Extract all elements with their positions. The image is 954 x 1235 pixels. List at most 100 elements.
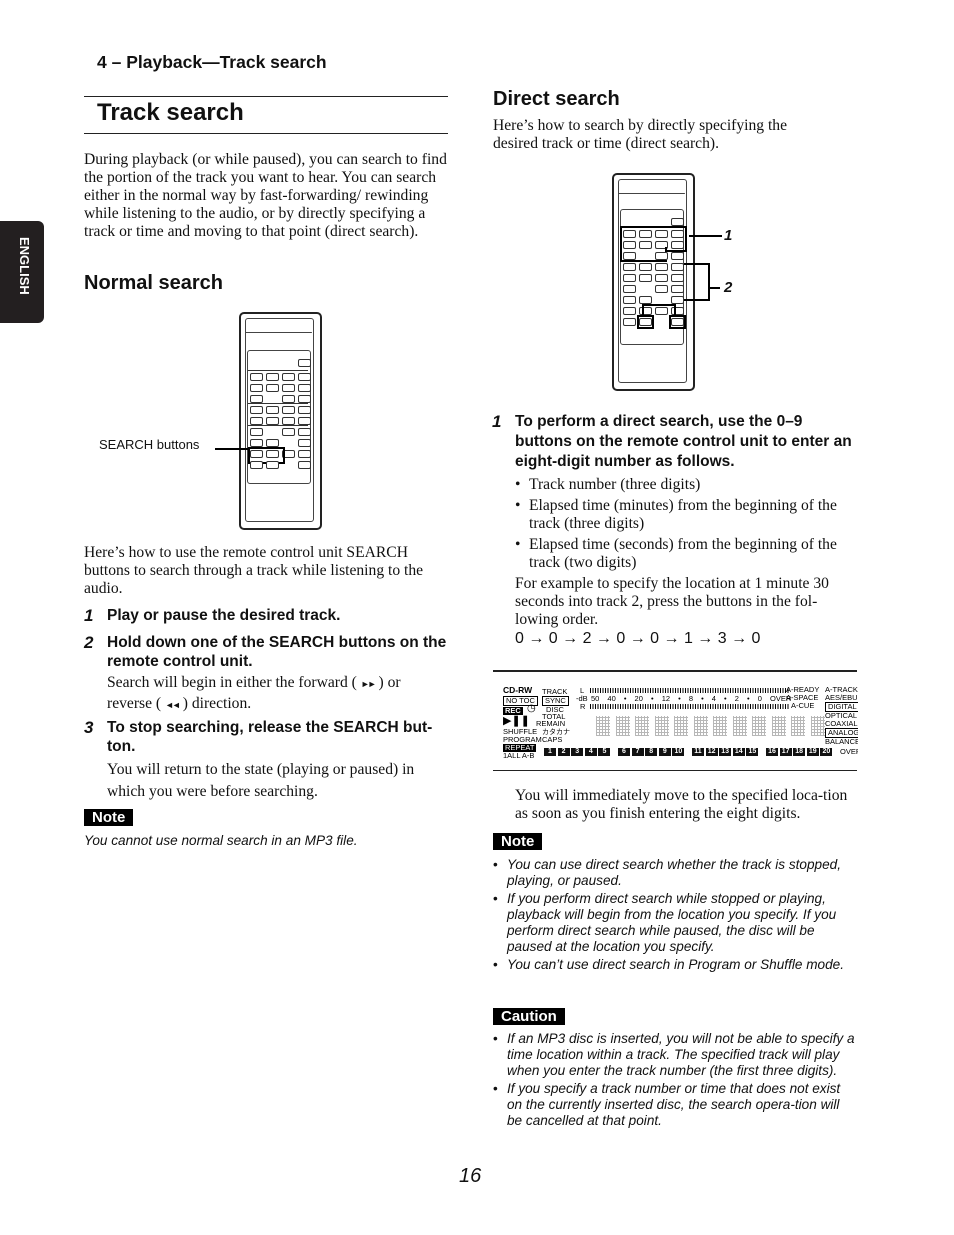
search-buttons-callout: SEARCH buttons bbox=[99, 437, 200, 452]
fast-forward-icon: ►► bbox=[360, 679, 377, 689]
note-text: You cannot use normal search in an MP3 f… bbox=[84, 833, 358, 848]
language-tab-label: ENGLISH bbox=[17, 237, 32, 295]
track-number-indicator: 1 bbox=[544, 748, 556, 756]
step-number: 1 bbox=[492, 412, 502, 431]
dot-matrix-digit bbox=[674, 716, 688, 736]
example-text: For example to specify the location at 1… bbox=[515, 575, 829, 628]
track-number-indicator: 18 bbox=[793, 748, 806, 756]
track-number-indicator: 15 bbox=[746, 748, 759, 756]
dot-matrix-digit bbox=[752, 716, 766, 736]
direct-search-description: Here’s how to search by directly specify… bbox=[493, 117, 788, 152]
remote-figure-direct: 1 2 bbox=[612, 173, 742, 391]
direct-search-heading: Direct search bbox=[493, 88, 620, 110]
step-body: You will return to the state (playing or… bbox=[107, 761, 415, 800]
step-body: Search will begin in either the forward … bbox=[107, 674, 401, 712]
front-panel-display: CD-RW NO TOC REC ◷ ▶❚❚ SHUFFLE PROGRAM R… bbox=[500, 684, 858, 760]
track-number-indicator: 7 bbox=[631, 748, 644, 756]
dot-matrix-digit bbox=[654, 716, 669, 736]
callout-line bbox=[215, 448, 249, 450]
track-number-indicator: 12 bbox=[705, 748, 718, 756]
note-list: You can use direct search whether the tr… bbox=[493, 857, 858, 973]
display-label-balance: BALANCE bbox=[825, 737, 858, 746]
dot-matrix-digit bbox=[615, 716, 630, 736]
note-badge: Note bbox=[84, 809, 134, 826]
normal-search-description: Here’s how to use the remote control uni… bbox=[84, 544, 424, 597]
track-number-indicator: 11 bbox=[692, 748, 704, 756]
track-number-indicator: 20 bbox=[820, 748, 833, 756]
display-rule-top bbox=[493, 670, 857, 672]
note-item: You can’t use direct search in Program o… bbox=[493, 957, 858, 973]
display-label-track: TRACK bbox=[542, 687, 568, 696]
callout-1: 1 bbox=[724, 227, 733, 244]
display-label-remain: REMAIN bbox=[536, 719, 566, 728]
note-block-right: Note bbox=[493, 833, 543, 851]
track-number-indicator: 3 bbox=[571, 748, 584, 756]
track-number-indicator: 10 bbox=[672, 748, 685, 756]
display-label-over: OVER bbox=[840, 747, 858, 756]
step-title: Hold down one of the SEARCH buttons on t… bbox=[107, 634, 447, 670]
remote-figure-normal: SEARCH buttons bbox=[90, 312, 330, 530]
step-number: 2 bbox=[84, 633, 94, 652]
track-number-indicator: 6 bbox=[618, 748, 630, 756]
track-number-indicator: 9 bbox=[658, 748, 671, 756]
button-sequence: 0 → 0 → 2 → 0 → 0 → 1 → 3 → 0 bbox=[515, 630, 761, 647]
step-title: To perform a direct search, use the 0–9 … bbox=[515, 413, 852, 470]
dot-matrix-digit bbox=[732, 716, 747, 736]
step-title: To stop searching, release the SEARCH bu… bbox=[107, 719, 433, 755]
level-meter-right bbox=[590, 704, 790, 709]
display-label-cdrw: CD-RW bbox=[503, 685, 533, 695]
page-number: 16 bbox=[459, 1165, 482, 1187]
note-item: If you perform direct search while stopp… bbox=[493, 891, 858, 955]
dot-matrix-digit bbox=[596, 716, 610, 736]
intro-paragraph: During playback (or while paused), you c… bbox=[84, 151, 447, 240]
bullet-item: Elapsed time (seconds) from the beginnin… bbox=[515, 536, 860, 572]
language-tab: ENGLISH bbox=[0, 221, 44, 323]
track-number-indicator: 2 bbox=[557, 748, 570, 756]
track-number-indicator: 16 bbox=[766, 748, 778, 756]
level-meter-left bbox=[590, 688, 790, 693]
normal-search-step-3: 3 To stop searching, release the SEARCH … bbox=[84, 718, 447, 803]
caution-badge: Caution bbox=[493, 1008, 565, 1025]
dot-matrix-digit bbox=[810, 716, 825, 736]
title-rule-bottom bbox=[84, 133, 448, 134]
track-number-indicator: 5 bbox=[598, 748, 611, 756]
direct-search-step-1: 1 To perform a direct search, use the 0–… bbox=[492, 412, 860, 648]
track-number-indicator: 19 bbox=[806, 748, 819, 756]
running-head: 4 – Playback—Track search bbox=[97, 52, 327, 72]
display-label-coaxial: COAXIAL bbox=[825, 719, 858, 728]
number-buttons-highlight bbox=[620, 226, 687, 249]
play-pause-icon: ▶❚❚ bbox=[503, 715, 530, 727]
direct-search-after-text: You will immediately move to the specifi… bbox=[515, 787, 848, 822]
normal-search-step-2: 2 Hold down one of the SEARCH buttons on… bbox=[84, 633, 447, 715]
meter-scale: 50 40 • 20 • 12 • 8 • 4 • 2 • 0 OVER bbox=[591, 694, 792, 703]
track-number-indicator: 4 bbox=[584, 748, 597, 756]
step-title: Play or pause the desired track. bbox=[107, 607, 341, 624]
page-title: Track search bbox=[97, 99, 244, 126]
bullet-item: Elapsed time (minutes) from the beginnin… bbox=[515, 497, 860, 533]
display-label-aes-ebu: AES/EBU bbox=[825, 693, 858, 702]
dot-matrix-digit bbox=[693, 716, 708, 736]
caution-list: If an MP3 disc is inserted, you will not… bbox=[493, 1031, 858, 1129]
step-number: 3 bbox=[84, 718, 94, 737]
display-label-repeat-modes: 1ALL A-B bbox=[503, 751, 535, 760]
note-item: You can use direct search whether the tr… bbox=[493, 857, 858, 889]
caution-item: If an MP3 disc is inserted, you will not… bbox=[493, 1031, 858, 1079]
normal-search-heading: Normal search bbox=[84, 272, 223, 294]
dot-matrix-digit bbox=[635, 716, 649, 736]
note-badge: Note bbox=[493, 833, 543, 850]
note-block-left: Note bbox=[84, 809, 134, 827]
meter-label-r: R bbox=[580, 702, 586, 711]
dot-matrix-digit bbox=[713, 716, 727, 736]
track-number-indicator: 17 bbox=[779, 748, 792, 756]
display-label-caps: CAPS bbox=[542, 735, 563, 744]
dot-matrix-digit bbox=[791, 716, 805, 736]
callout-2: 2 bbox=[724, 279, 733, 296]
track-number-indicator: 8 bbox=[645, 748, 658, 756]
track-number-indicator: 13 bbox=[719, 748, 732, 756]
display-label-a-cue: A-CUE bbox=[791, 701, 815, 710]
caution-block: Caution bbox=[493, 1008, 565, 1026]
rewind-icon: ◄◄ bbox=[165, 700, 181, 710]
caution-item: If you specify a track number or time th… bbox=[493, 1081, 858, 1129]
remote-control-body bbox=[239, 312, 322, 530]
step-number: 1 bbox=[84, 606, 94, 625]
